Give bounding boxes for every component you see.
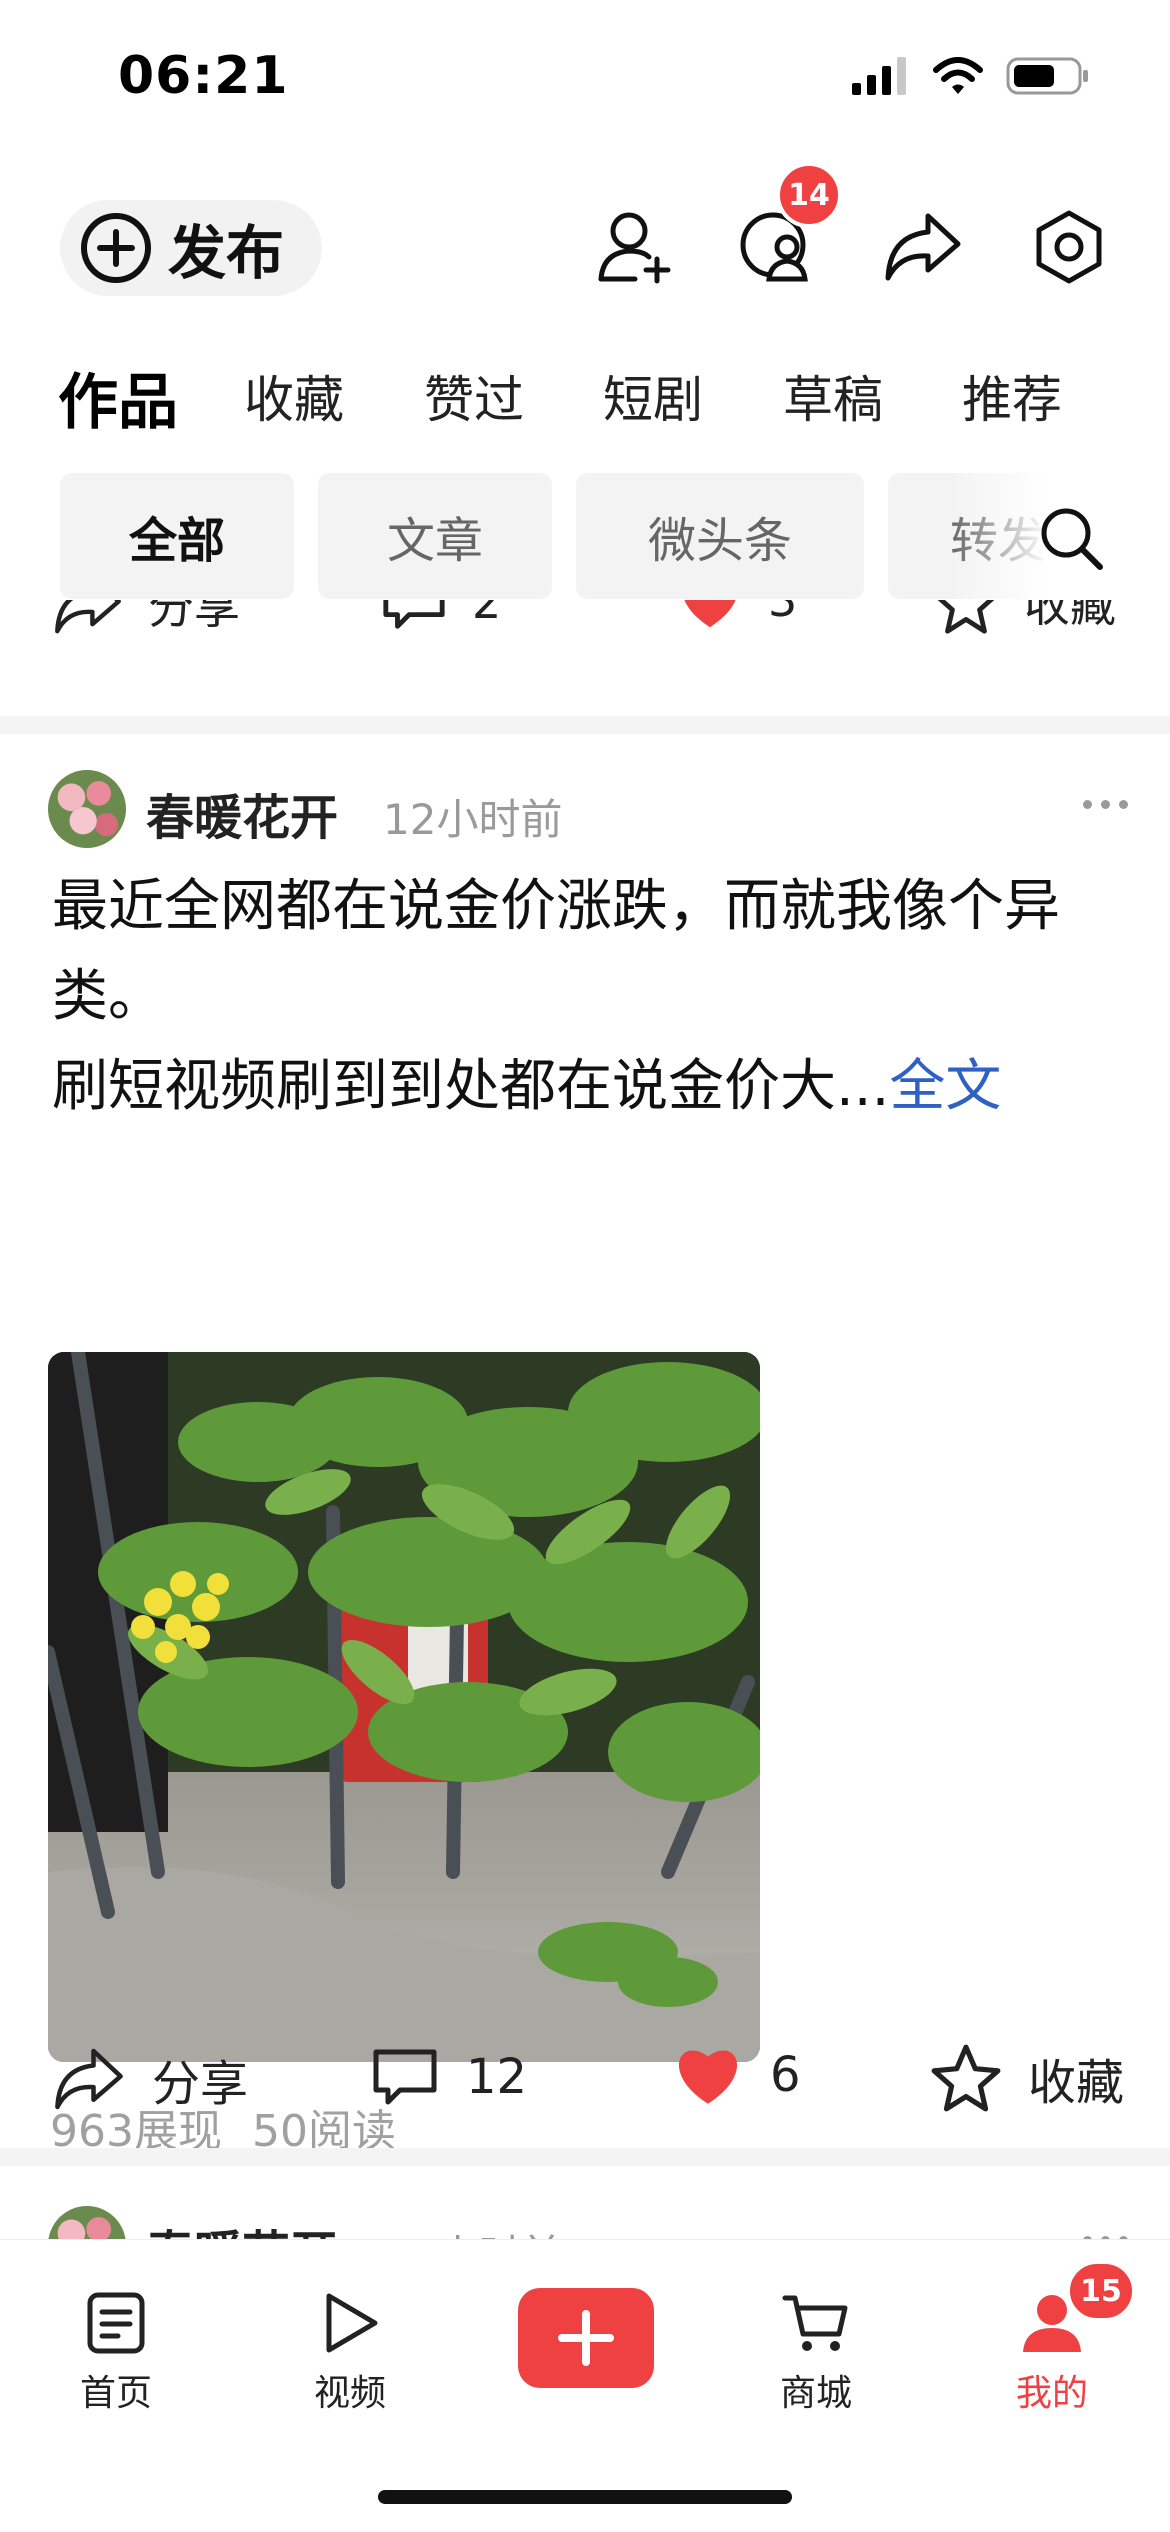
nav-publish-button[interactable] <box>518 2288 654 2388</box>
tab-liked[interactable]: 赞过 <box>424 360 524 432</box>
home-indicator <box>378 2490 792 2504</box>
nav-home-label: 首页 <box>79 2373 152 2414</box>
author-name[interactable]: 春暖花开 <box>146 778 338 848</box>
nav-mine-label: 我的 <box>1015 2373 1088 2414</box>
post-divider <box>0 716 1170 734</box>
share-icon <box>885 213 961 281</box>
tab-recommend[interactable]: 推荐 <box>962 360 1062 432</box>
comment-button[interactable]: 12 <box>370 2042 527 2112</box>
post-text-line1: 最近全网都在说金价涨跌，而就我像个异类。 <box>52 874 1060 1029</box>
post-text[interactable]: 最近全网都在说金价涨跌，而就我像个异类。 刷短视频刷到到处都在说金价大...全文 <box>52 862 1132 1132</box>
nav-mall[interactable]: 商城 <box>736 2290 896 2416</box>
tab-works[interactable]: 作品 <box>58 354 178 441</box>
star-icon <box>937 600 995 634</box>
status-bar: 06:21 <box>0 0 1170 150</box>
plant-photo <box>48 1352 760 2062</box>
status-icons <box>852 56 1090 96</box>
nav-home[interactable]: 首页 <box>36 2290 196 2416</box>
post-text-line2: 刷短视频刷到到处都在说金价大... <box>52 1054 890 1119</box>
avatar[interactable] <box>48 2206 126 2240</box>
home-doc-icon <box>87 2292 145 2354</box>
mine-badge: 15 <box>1066 2260 1136 2322</box>
messages-badge: 14 <box>776 162 842 228</box>
tab-drafts[interactable]: 草稿 <box>783 360 883 432</box>
post-actions: 分享 12 6 收藏 <box>0 2032 1170 2132</box>
content-tabs: 作品 收藏 赞过 短剧 草稿 推荐 <box>0 360 1170 440</box>
feed: 分享 2 3 收藏 春暖花开 12小时前 最近全网都在说金价涨跌，而就我像个异类… <box>0 600 1170 2240</box>
avatar[interactable] <box>48 770 126 848</box>
previous-like-button[interactable]: 3 <box>676 600 797 632</box>
share-icon <box>55 2048 123 2110</box>
post-header: 春暖花开 12小时前 <box>48 2206 1128 2240</box>
settings-button[interactable] <box>1026 204 1112 290</box>
previous-post-actions: 分享 2 3 收藏 <box>0 600 1170 658</box>
gear-icon <box>1036 210 1102 284</box>
add-friend-button[interactable] <box>592 204 678 290</box>
wifi-icon <box>933 57 983 94</box>
next-post-card[interactable]: 春暖花开 12小时前 <box>0 2206 1170 2240</box>
filter-all[interactable]: 全部 <box>60 473 294 599</box>
publish-button[interactable]: 发布 <box>60 200 322 296</box>
bottom-nav: 首页 视频 商城 我的 15 <box>0 2240 1170 2532</box>
filter-chips: 全部 文章 微头条 转发 <box>0 473 1170 599</box>
comment-icon <box>383 600 445 629</box>
filter-articles[interactable]: 文章 <box>318 473 552 599</box>
battery-icon <box>1006 57 1088 95</box>
play-icon <box>326 2293 378 2353</box>
heart-icon <box>678 2050 738 2104</box>
previous-share-label: 分享 <box>148 600 240 634</box>
favorite-button[interactable]: 收藏 <box>930 2042 1124 2114</box>
share-icon <box>55 600 121 634</box>
search-icon[interactable] <box>1036 503 1106 573</box>
star-icon <box>931 2044 1001 2112</box>
like-button[interactable]: 6 <box>672 2042 801 2108</box>
messages-button[interactable]: 14 <box>734 162 842 290</box>
like-count: 6 <box>770 2047 801 2103</box>
plus-icon <box>558 2310 614 2366</box>
tab-favorites[interactable]: 收藏 <box>244 360 344 432</box>
more-icon[interactable] <box>1083 800 1128 809</box>
share-label: 分享 <box>152 2056 249 2112</box>
status-time: 06:21 <box>118 46 289 106</box>
nav-video[interactable]: 视频 <box>270 2290 430 2416</box>
filter-micro-posts[interactable]: 微头条 <box>576 473 864 599</box>
tab-short-drama[interactable]: 短剧 <box>603 360 703 432</box>
previous-favorite-button[interactable]: 收藏 <box>932 600 1116 636</box>
comment-count: 12 <box>466 2049 528 2105</box>
post-image[interactable] <box>48 1352 760 2062</box>
heart-icon <box>684 600 736 628</box>
post-divider <box>0 2148 1170 2166</box>
previous-comment-count: 2 <box>472 600 502 629</box>
previous-favorite-label: 收藏 <box>1024 600 1116 632</box>
share-button[interactable]: 分享 <box>52 2042 248 2116</box>
share-profile-button[interactable] <box>880 204 966 290</box>
post-time: 12小时前 <box>383 2222 562 2240</box>
profile-header: 发布 14 <box>0 162 1170 300</box>
nav-mine[interactable]: 我的 15 <box>972 2260 1136 2416</box>
previous-comment-button[interactable]: 2 <box>380 600 501 636</box>
full-text-link[interactable]: 全文 <box>889 1054 1001 1119</box>
post-time: 12小时前 <box>383 795 563 844</box>
author-name[interactable]: 春暖花开 <box>146 2214 338 2240</box>
add-circle-icon <box>81 213 151 283</box>
signal-icon <box>852 57 906 95</box>
post-header: 春暖花开 12小时前 <box>48 770 1128 850</box>
nav-mall-label: 商城 <box>779 2373 852 2414</box>
publish-label: 发布 <box>168 219 285 287</box>
comment-icon <box>373 2049 437 2105</box>
cart-icon <box>782 2295 848 2351</box>
nav-video-label: 视频 <box>313 2373 386 2414</box>
add-user-icon <box>598 212 671 284</box>
favorite-label: 收藏 <box>1028 2055 1125 2111</box>
post-card[interactable]: 春暖花开 12小时前 最近全网都在说金价涨跌，而就我像个异类。 刷短视频刷到到处… <box>0 770 1170 2240</box>
previous-share-button[interactable]: 分享 <box>52 600 240 640</box>
previous-like-count: 3 <box>768 600 798 627</box>
